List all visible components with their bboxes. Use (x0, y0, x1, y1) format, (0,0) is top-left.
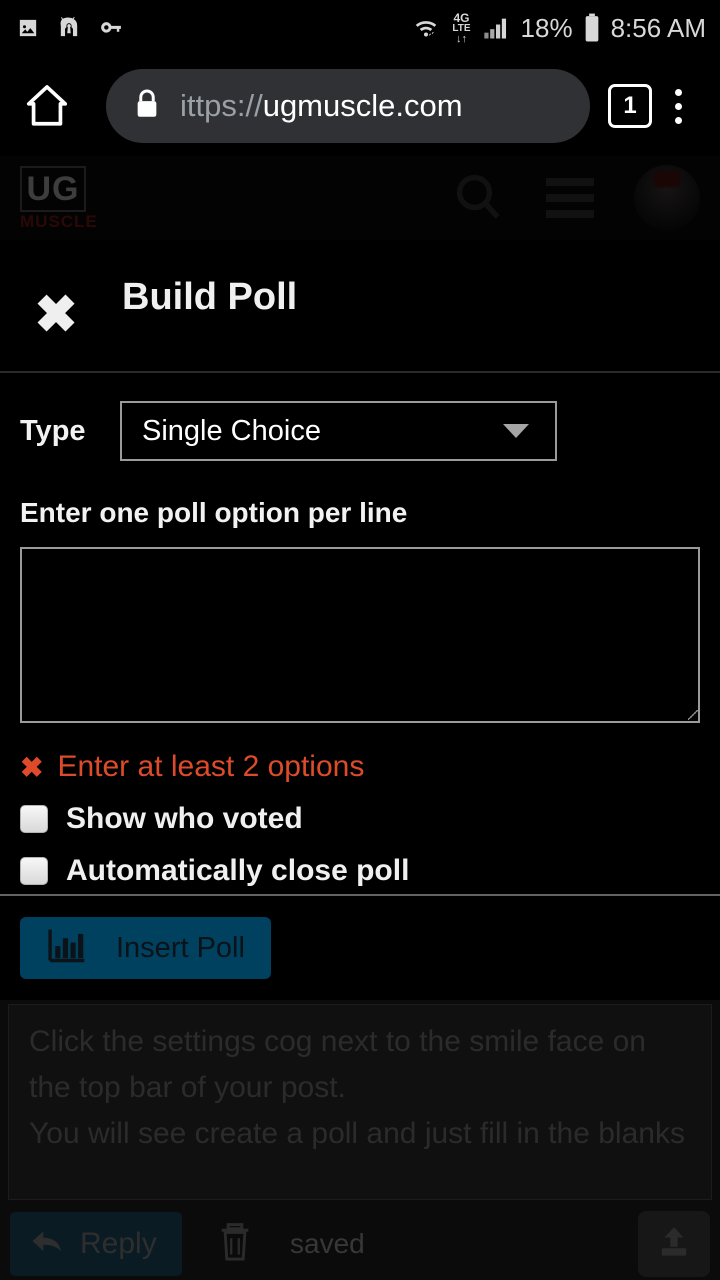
network-type-icon: 4G LTE ↓↑ (452, 12, 470, 45)
avatar[interactable] (634, 165, 700, 231)
status-left-icons (14, 14, 126, 42)
wifi-icon (409, 13, 443, 43)
poll-type-value: Single Choice (142, 414, 321, 447)
poll-type-row: Type Single Choice (20, 401, 700, 461)
screen: 4G LTE ↓↑ 18% 8:56 AM ittps://ugmuscle.c… (0, 0, 720, 1280)
modal-footer: Insert Poll (0, 894, 720, 1000)
reply-label: Reply (80, 1227, 157, 1260)
poll-options-label: Enter one poll option per line (20, 497, 408, 528)
network-generation: 4G (453, 10, 470, 25)
post-action-bar: Reply saved (0, 1208, 720, 1280)
site-logo-sub: MUSCLE (20, 212, 98, 231)
post-editor-box[interactable]: Click the settings cog next to the smile… (8, 1004, 712, 1200)
site-logo-main: UG (20, 166, 86, 212)
reply-button[interactable]: Reply (10, 1212, 182, 1276)
trash-icon[interactable] (216, 1219, 254, 1270)
home-icon[interactable] (16, 80, 78, 132)
show-who-voted-label: Show who voted (66, 802, 303, 835)
error-message: Enter at least 2 options (57, 750, 365, 783)
auto-close-poll-checkbox[interactable] (20, 857, 48, 885)
lock-icon (132, 87, 162, 126)
search-icon[interactable] (450, 168, 506, 229)
site-header-dimmed: UG MUSCLE (0, 156, 720, 240)
battery-percent: 18% (520, 12, 573, 43)
site-logo[interactable]: UG MUSCLE (20, 166, 98, 231)
insert-poll-button[interactable]: Insert Poll (20, 917, 271, 979)
url-text: ittps://ugmuscle.com (180, 88, 463, 124)
auto-close-poll-row[interactable]: Automatically close poll (20, 854, 700, 888)
site-header-actions (450, 165, 700, 231)
show-who-voted-checkbox[interactable] (20, 805, 48, 833)
poll-type-label: Type (20, 414, 86, 447)
page-title: Build Poll (122, 276, 298, 318)
hamburger-menu-icon[interactable] (546, 178, 594, 218)
url-bar[interactable]: ittps://ugmuscle.com (106, 69, 590, 143)
modal-body: Type Single Choice Enter one poll option… (0, 401, 720, 888)
saved-status: saved (290, 1228, 365, 1259)
show-who-voted-row[interactable]: Show who voted (20, 802, 700, 836)
signal-bars-icon (480, 14, 512, 42)
post-editor-text: Click the settings cog next to the smile… (29, 1025, 685, 1150)
error-x-icon: ✖ (20, 751, 44, 783)
poll-options-input[interactable] (20, 547, 700, 723)
android-status-bar: 4G LTE ↓↑ 18% 8:56 AM (0, 0, 720, 56)
auto-close-poll-label: Automatically close poll (66, 854, 410, 887)
resize-handle[interactable] (688, 710, 698, 720)
url-scheme: ittps:// (180, 88, 263, 123)
build-poll-modal: ✖ Build Poll Type Single Choice Enter on… (0, 240, 720, 1000)
upload-button[interactable] (638, 1211, 710, 1277)
bar-chart-icon (46, 927, 88, 970)
post-editor-area: Click the settings cog next to the smile… (0, 1000, 720, 1280)
close-icon[interactable]: ✖ (26, 285, 86, 345)
image-icon (14, 14, 42, 42)
tab-counter[interactable]: 1 (608, 84, 652, 128)
reply-arrow-icon (28, 1225, 66, 1264)
url-host: ugmuscle.com (262, 88, 463, 123)
status-right-icons: 4G LTE ↓↑ 18% 8:56 AM (409, 12, 706, 45)
modal-header: ✖ Build Poll (0, 240, 720, 373)
vpn-android-icon (54, 14, 84, 42)
chevron-down-icon (503, 424, 529, 438)
network-arrows: ↓↑ (455, 32, 467, 45)
validation-error: ✖ Enter at least 2 options (20, 750, 700, 784)
poll-type-select[interactable]: Single Choice (120, 401, 557, 461)
key-icon (96, 14, 126, 42)
kebab-menu-icon[interactable] (652, 76, 704, 136)
browser-toolbar: ittps://ugmuscle.com 1 (0, 56, 720, 156)
insert-poll-label: Insert Poll (116, 931, 245, 964)
clock: 8:56 AM (610, 12, 706, 43)
battery-icon (582, 13, 602, 43)
network-standard: LTE (452, 22, 471, 34)
upload-icon (653, 1221, 695, 1268)
